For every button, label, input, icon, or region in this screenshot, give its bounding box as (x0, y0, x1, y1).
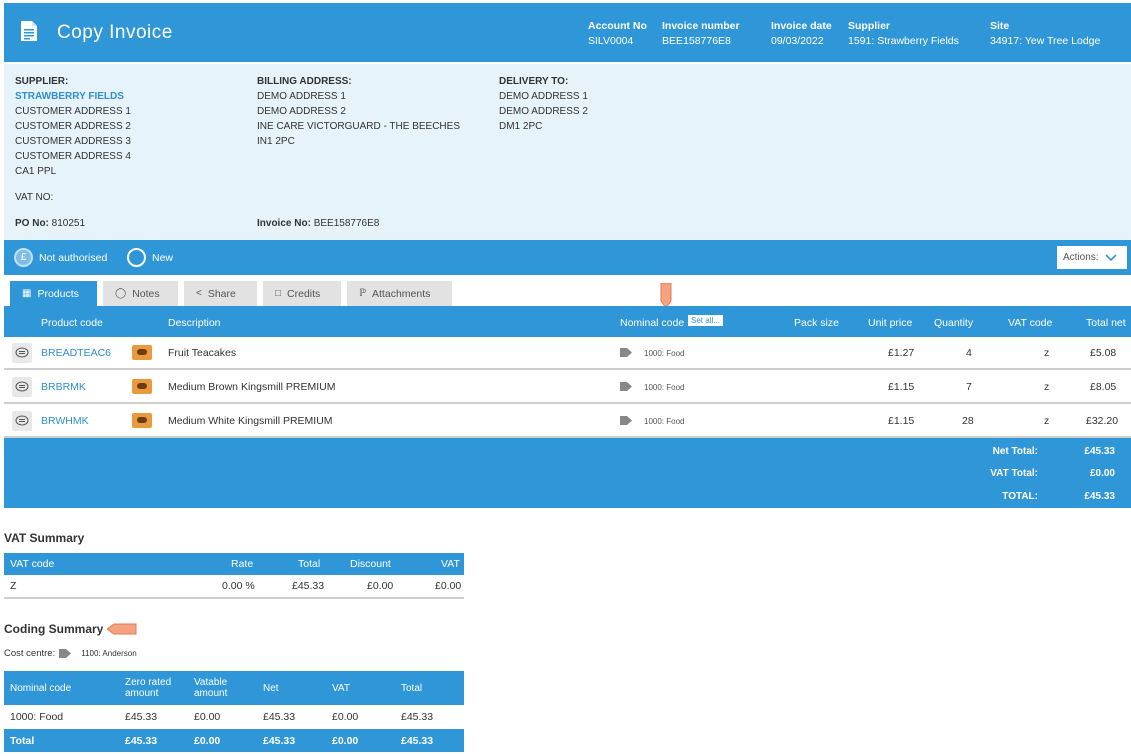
pound-icon: £ (14, 248, 33, 267)
box-icon: ▦ (22, 288, 32, 299)
total-row: Total £45.33 £0.00 £45.33 £0.00 £45.33 (4, 729, 464, 752)
vat-summary-table: VAT code Rate Total Discount VAT Z 0.00 … (4, 553, 464, 599)
note-icon[interactable] (12, 411, 32, 431)
circle-icon (127, 248, 146, 267)
status-bar: £ Not authorised New Actions: (4, 240, 1131, 275)
vat-no: VAT NO: (15, 192, 54, 203)
product-thumbnail (132, 345, 152, 360)
tab-credits[interactable]: □ Credits (263, 281, 341, 306)
coding-summary-title: Coding Summary (4, 622, 104, 636)
tag-icon[interactable] (620, 348, 632, 357)
vat-summary-header: VAT code Rate Total Discount VAT (4, 553, 464, 575)
tag-icon[interactable] (620, 382, 632, 391)
grand-total: £45.33 (1084, 491, 1115, 502)
vat-total: £0.00 (1089, 468, 1115, 479)
net-total: £45.33 (1084, 446, 1115, 457)
po-number: PO No: 810251 (15, 218, 86, 229)
totals-panel: Net Total: £45.33 VAT Total: £0.00 TOTAL… (4, 438, 1131, 508)
invoice-number-field: Invoice number BEE158776E8 (662, 20, 740, 47)
chat-icon: ◯ (115, 288, 127, 299)
product-code-link[interactable]: BRWHMK (41, 415, 89, 427)
product-thumbnail (132, 413, 152, 428)
account-no-field: Account No SILV0004 (588, 20, 647, 47)
invoice-header: Copy Invoice Account No SILV0004 Invoice … (4, 3, 1131, 62)
chevron-down-icon (1105, 253, 1117, 261)
cost-centre: Cost centre: 1100: Anderson (4, 648, 137, 659)
note-icon[interactable] (12, 343, 32, 363)
supplier-address: SUPPLIER: STRAWBERRY FIELDS CUSTOMER ADD… (15, 76, 131, 177)
table-row: 1000: Food £45.33 £0.00 £45.33 £0.00 £45… (10, 711, 434, 723)
tab-bar: ▦ Products ◯ Notes < Share □ Credits ℙ Attach… (10, 281, 452, 306)
billing-address: BILLING ADDRESS: DEMO ADDRESS 1 DEMO ADD… (257, 76, 460, 147)
address-panel: SUPPLIER: STRAWBERRY FIELDS CUSTOMER ADD… (4, 64, 1131, 240)
products-table-header: Product code Description Nominal code Se… (4, 306, 1131, 337)
vat-summary-title: VAT Summary (4, 531, 85, 545)
paperclip-icon: ℙ (359, 288, 367, 299)
invoice-state: New (127, 248, 173, 267)
product-code-link[interactable]: BRBRMK (41, 381, 86, 393)
coding-summary-table: Nominal code Zero rated amount Vatable amo… (4, 671, 464, 752)
table-row: BREADTEAC6 Fruit Teacakes 1000: Food £1.… (4, 337, 1131, 370)
tag-icon[interactable] (620, 416, 632, 425)
tab-attachments[interactable]: ℙ Attachments (347, 281, 452, 306)
annotation-arrow-left (107, 623, 137, 635)
doc-icon: □ (275, 288, 282, 299)
product-code-link[interactable]: BREADTEAC6 (41, 347, 111, 359)
set-all-button[interactable]: Set all... (688, 315, 723, 326)
coding-summary-header: Nominal code Zero rated amount Vatable amo… (4, 671, 464, 705)
delivery-address: DELIVERY TO: DEMO ADDRESS 1 DEMO ADDRESS… (499, 76, 588, 132)
note-icon[interactable] (12, 377, 32, 397)
site-field: Site 34917: Yew Tree Lodge (990, 20, 1101, 47)
supplier-name-link[interactable]: STRAWBERRY FIELDS (15, 89, 131, 104)
tab-notes[interactable]: ◯ Notes (103, 281, 178, 306)
table-row: Z 0.00 % £45.33 £0.00 £0.00 (4, 575, 464, 599)
page-title: Copy Invoice (57, 22, 173, 43)
tab-products[interactable]: ▦ Products (10, 281, 97, 306)
document-icon (21, 21, 37, 41)
tag-icon (59, 649, 72, 658)
share-icon: < (196, 288, 202, 299)
product-thumbnail (132, 379, 152, 394)
table-row: BRWHMK Medium White Kingsmill PREMIUM 10… (4, 405, 1131, 438)
actions-dropdown[interactable]: Actions: (1057, 246, 1127, 269)
supplier-field: Supplier 1591: Strawberry Fields (848, 20, 959, 47)
table-row: BRBRMK Medium Brown Kingsmill PREMIUM 10… (4, 371, 1131, 404)
tab-share[interactable]: < Share (184, 281, 257, 306)
invoice-number: Invoice No: BEE158776E8 (257, 218, 380, 229)
authorisation-status: £ Not authorised (14, 248, 107, 267)
invoice-date-field: Invoice date 09/03/2022 (771, 20, 832, 47)
